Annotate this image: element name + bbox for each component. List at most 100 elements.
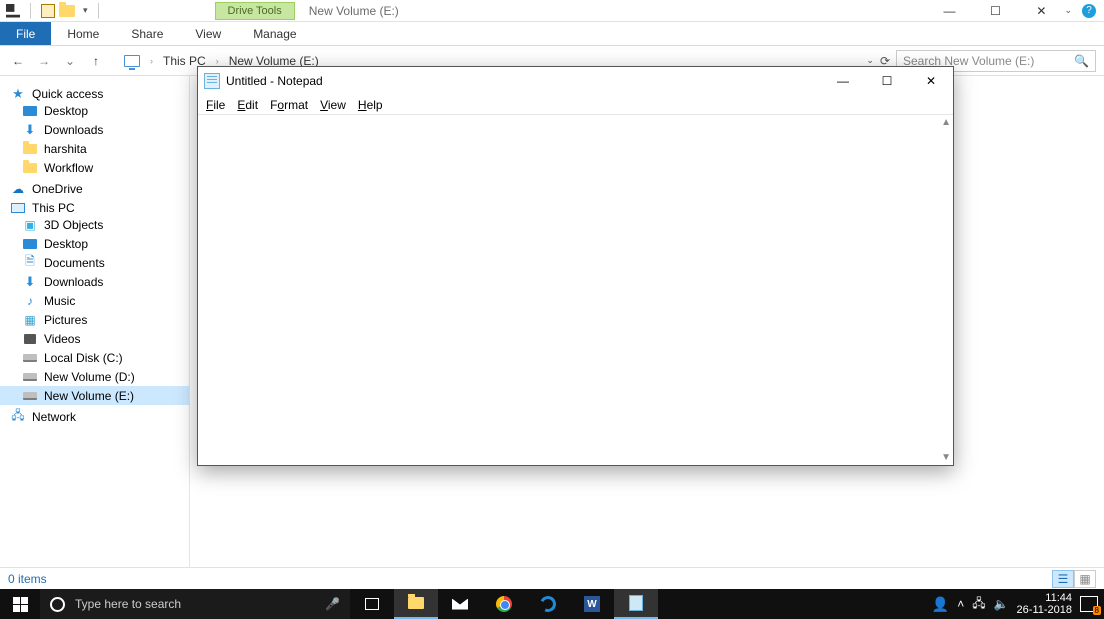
tray-network-icon[interactable]: 🖧 [972, 594, 985, 615]
search-icon[interactable]: 🔍 [1074, 54, 1089, 68]
pictures-icon: ▦ [22, 313, 38, 327]
qat-newfolder-icon[interactable] [59, 5, 75, 17]
recent-locations-icon[interactable]: ⌄ [60, 54, 80, 68]
tab-file[interactable]: File [0, 22, 51, 45]
minimize-button[interactable]: — [926, 0, 972, 22]
qat-customize-icon[interactable]: ▾ [83, 5, 88, 16]
quick-access-toolbar: ▾ [0, 3, 105, 19]
taskview-button[interactable] [350, 589, 394, 619]
scroll-down-icon[interactable]: ▼ [941, 452, 951, 463]
notepad-menu-format[interactable]: Format [270, 98, 308, 112]
tray-time: 11:44 [1017, 592, 1072, 604]
nav-desktop2[interactable]: Desktop [0, 234, 189, 253]
notepad-titlebar[interactable]: Untitled - Notepad — ☐ ✕ [198, 67, 953, 95]
drive-icon [23, 354, 37, 362]
notepad-app-icon [204, 73, 220, 89]
address-root-icon[interactable] [124, 55, 140, 67]
nav-videos[interactable]: Videos [0, 329, 189, 348]
taskbar-edge[interactable] [526, 589, 570, 619]
view-details-button[interactable]: ☰ [1052, 570, 1074, 588]
nav-downloads2[interactable]: ⬇Downloads [0, 272, 189, 291]
taskbar-file-explorer[interactable] [394, 589, 438, 619]
start-button[interactable] [0, 597, 40, 612]
crumb-sep-0[interactable]: › [150, 56, 153, 66]
cortana-icon [50, 597, 65, 612]
scroll-up-icon[interactable]: ▲ [941, 117, 951, 128]
help-icon[interactable]: ? [1082, 4, 1096, 18]
nav-onedrive[interactable]: ☁OneDrive [0, 177, 189, 196]
tray-clock[interactable]: 11:44 26-11-2018 [1017, 592, 1072, 616]
tab-manage[interactable]: Manage [237, 22, 312, 45]
nav-documents[interactable]: 🗎Documents [0, 253, 189, 272]
tab-view[interactable]: View [179, 22, 237, 45]
qat-separator [30, 3, 31, 19]
close-button[interactable]: ✕ [1018, 0, 1064, 22]
nav-desktop[interactable]: Desktop [0, 101, 189, 120]
people-icon[interactable]: 👤 [932, 596, 949, 613]
tray-date: 26-11-2018 [1017, 604, 1072, 616]
action-center-button[interactable]: 8 [1080, 596, 1098, 612]
crumb-sep-1[interactable]: › [216, 56, 219, 66]
nav-new-volume-d[interactable]: New Volume (D:) [0, 367, 189, 386]
nav-this-pc[interactable]: This PC [0, 196, 189, 215]
mic-icon[interactable]: 🎤 [325, 597, 340, 611]
view-large-icons-button[interactable]: ▦ [1074, 570, 1096, 588]
back-button[interactable]: ← [8, 54, 28, 68]
address-dropdown-icon[interactable]: ⌄ [866, 55, 874, 66]
explorer-titlebar: ▾ Drive Tools New Volume (E:) — ☐ ✕ ⌄ ? [0, 0, 1104, 22]
notepad-text-area[interactable]: ▲ ▼ [198, 115, 953, 465]
nav-music[interactable]: ♪Music [0, 291, 189, 310]
tab-share[interactable]: Share [115, 22, 179, 45]
network-icon: 🖧 [10, 410, 26, 424]
qat-properties-icon[interactable] [6, 4, 20, 18]
nav-new-volume-e[interactable]: New Volume (E:) [0, 386, 189, 405]
taskbar-pinned: W [350, 589, 658, 619]
notepad-minimize-button[interactable]: — [821, 67, 865, 95]
tab-home[interactable]: Home [51, 22, 115, 45]
notepad-maximize-button[interactable]: ☐ [865, 67, 909, 95]
forward-button[interactable]: → [34, 54, 54, 68]
notepad-menu-edit[interactable]: Edit [237, 98, 258, 112]
qat-new-icon[interactable] [41, 4, 55, 18]
ribbon-collapse-icon[interactable]: ⌄ [1064, 5, 1072, 16]
nav-quick-access[interactable]: ★Quick access [0, 82, 189, 101]
notepad-close-button[interactable]: ✕ [909, 67, 953, 95]
taskbar-notepad[interactable] [614, 589, 658, 619]
nav-workflow[interactable]: Workflow [0, 158, 189, 177]
tray-overflow-icon[interactable]: ˄ [957, 597, 964, 611]
notepad-title: Untitled - Notepad [226, 74, 323, 88]
system-tray: 👤 ˄ 🖧 🔈 11:44 26-11-2018 8 [932, 592, 1104, 616]
window-title: New Volume (E:) [309, 4, 399, 18]
nav-network[interactable]: 🖧Network [0, 405, 189, 424]
ribbon-help-area: ⌄ ? [1064, 4, 1104, 18]
mail-icon [452, 599, 468, 610]
taskbar-chrome[interactable] [482, 589, 526, 619]
notepad-menu-file[interactable]: File [206, 98, 225, 112]
notepad-icon [629, 595, 643, 611]
onedrive-icon: ☁ [10, 182, 26, 196]
nav-local-disk-c[interactable]: Local Disk (C:) [0, 348, 189, 367]
music-icon: ♪ [22, 294, 38, 308]
nav-pictures[interactable]: ▦Pictures [0, 310, 189, 329]
windows-logo-icon [13, 597, 28, 612]
window-controls: — ☐ ✕ [926, 0, 1064, 22]
notepad-menu-view[interactable]: View [320, 98, 346, 112]
taskbar-mail[interactable] [438, 589, 482, 619]
star-icon: ★ [10, 87, 26, 101]
desktop-icon [23, 239, 37, 249]
maximize-button[interactable]: ☐ [972, 0, 1018, 22]
tray-volume-icon[interactable]: 🔈 [994, 597, 1009, 611]
nav-downloads[interactable]: ⬇Downloads [0, 120, 189, 139]
up-button[interactable]: ↑ [86, 54, 106, 68]
drive-icon [23, 392, 37, 400]
videos-icon [24, 334, 36, 344]
notepad-menu-help[interactable]: Help [358, 98, 383, 112]
view-layout-toggles: ☰ ▦ [1052, 570, 1096, 588]
nav-harshita[interactable]: harshita [0, 139, 189, 158]
taskbar-word[interactable]: W [570, 589, 614, 619]
taskbar-search[interactable]: Type here to search 🎤 [40, 589, 350, 619]
taskview-icon [365, 598, 379, 610]
nav-3d-objects[interactable]: ▣3D Objects [0, 215, 189, 234]
ribbon-context-tab[interactable]: Drive Tools [215, 2, 295, 20]
status-item-count: 0 items [8, 572, 47, 586]
